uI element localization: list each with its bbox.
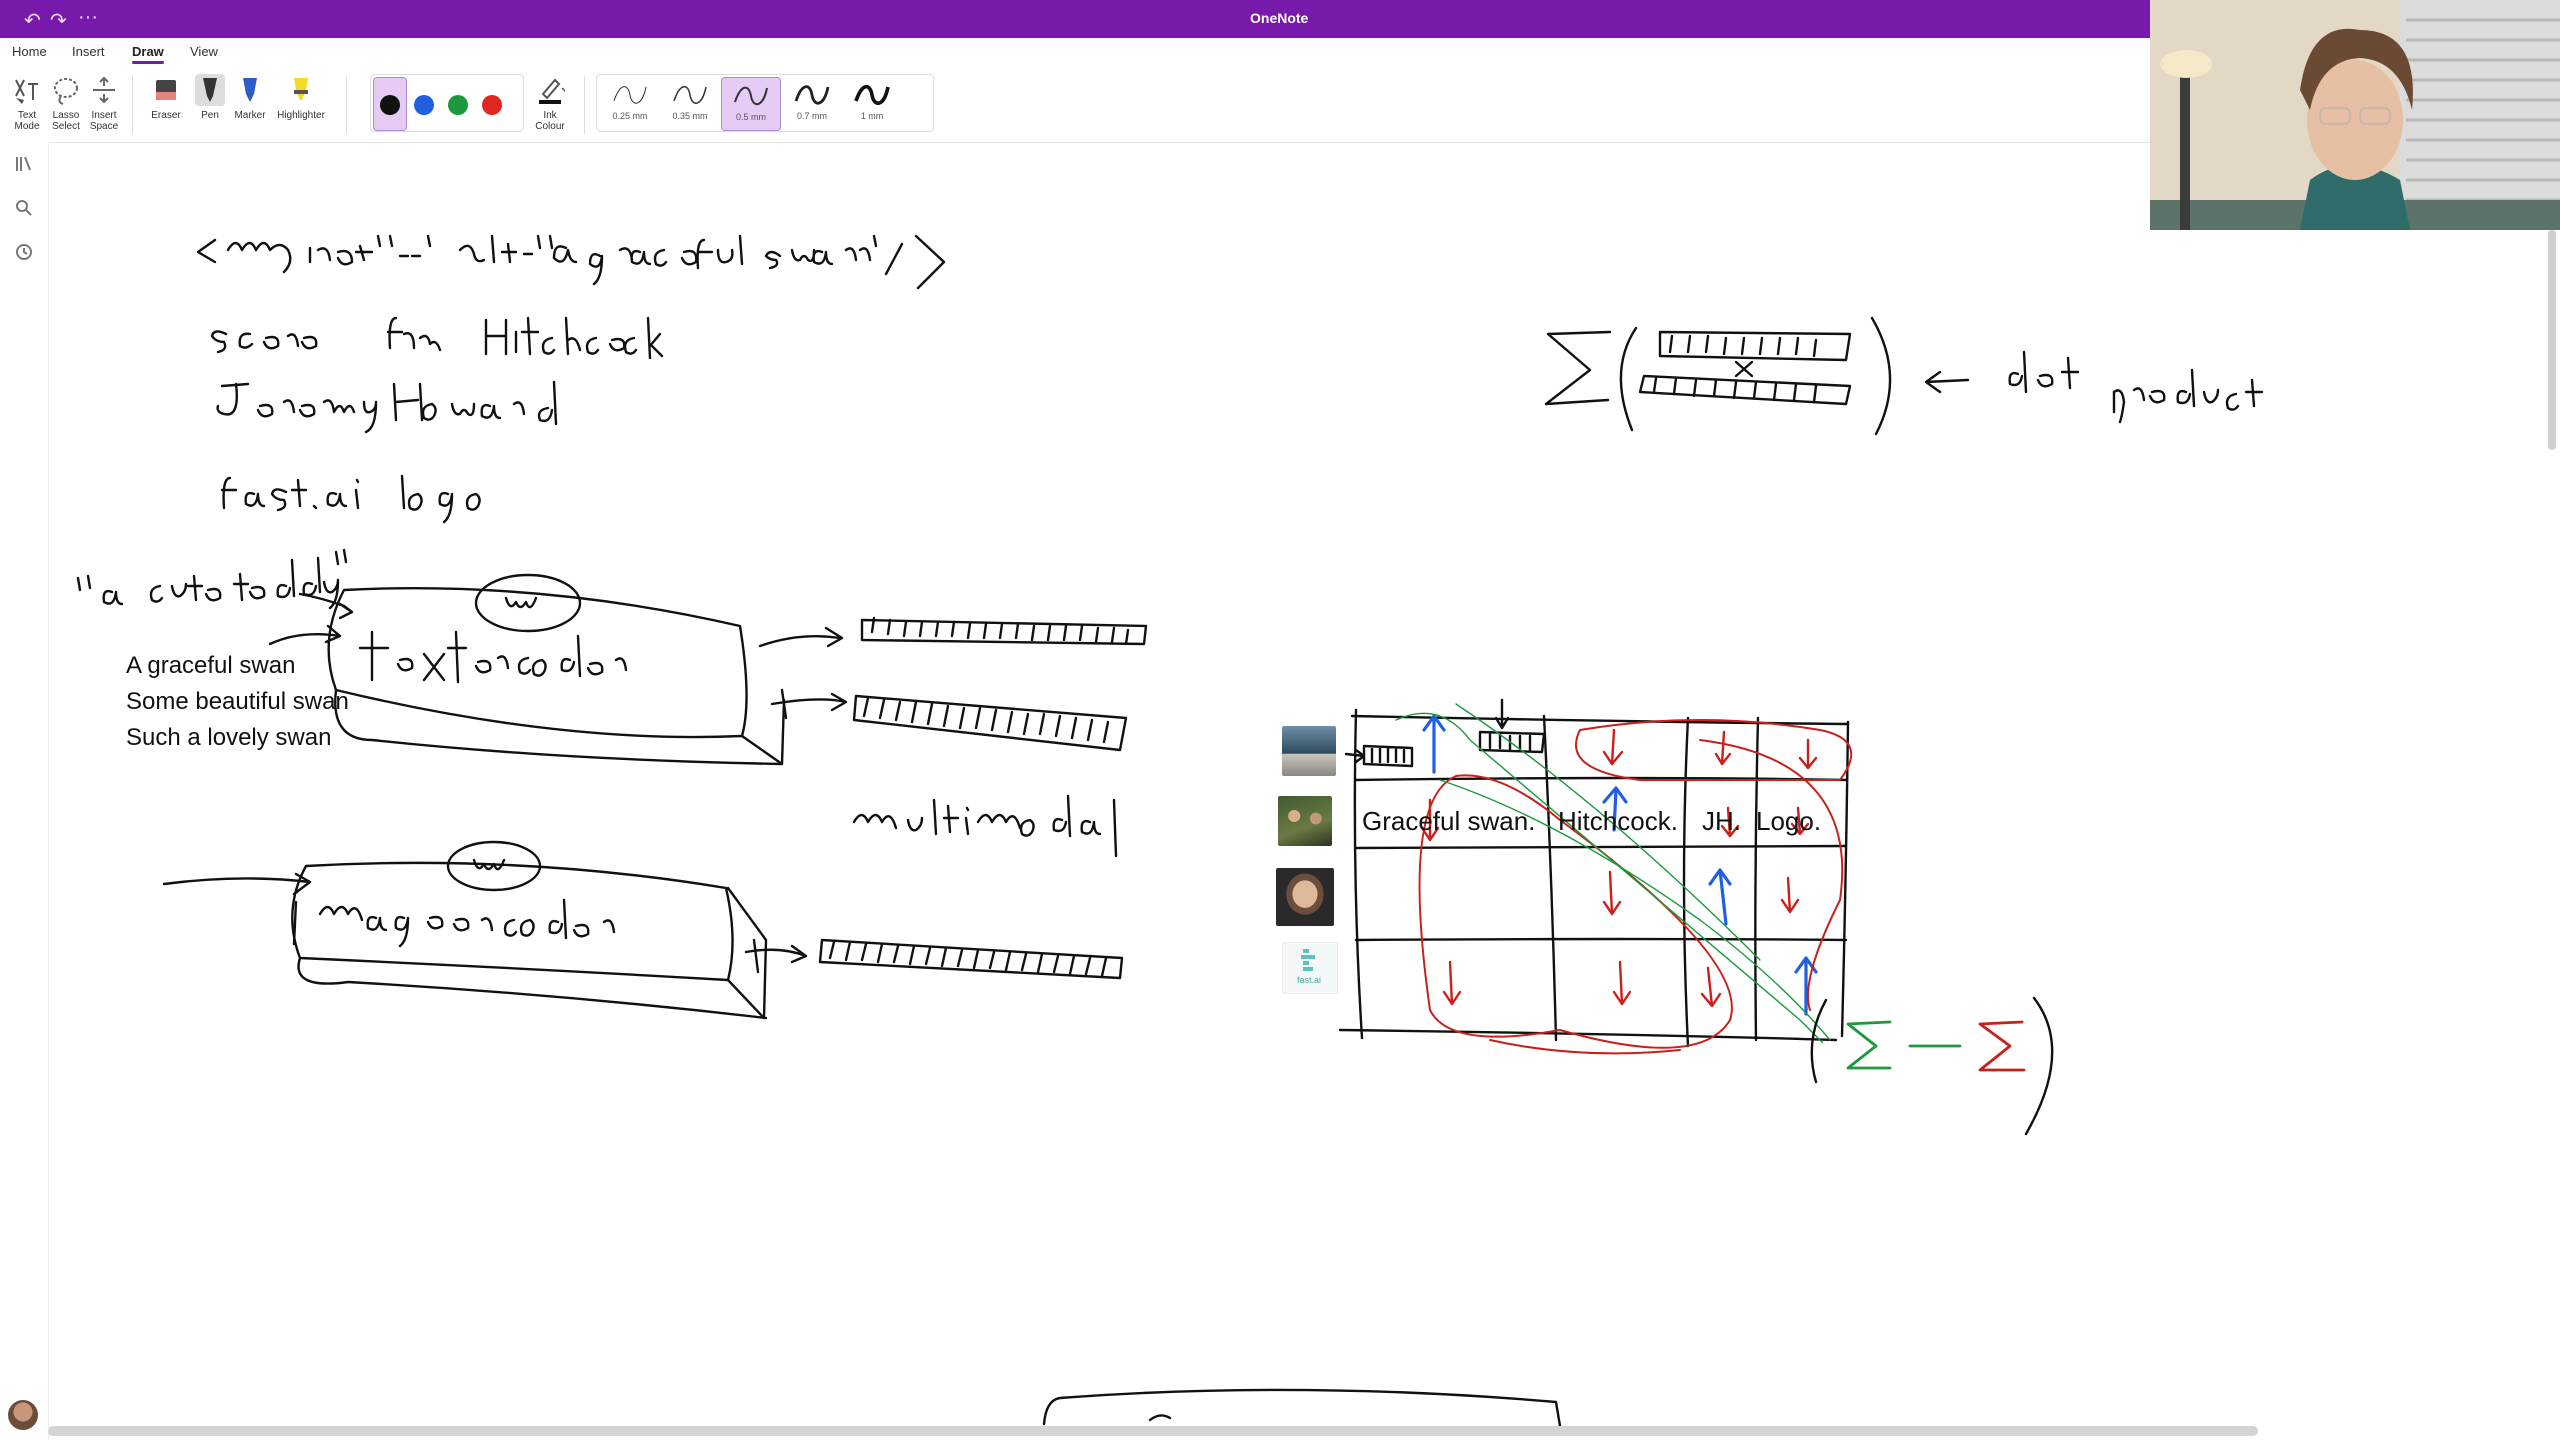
- matrix-header-jh: JH.: [1702, 806, 1741, 836]
- fastai-logo-text: fast.ai: [1297, 975, 1322, 985]
- ink-dot-product: [1544, 316, 2264, 436]
- vertical-scrollbar[interactable]: [2548, 230, 2556, 450]
- caption-line: A graceful swan: [126, 652, 296, 679]
- matrix-header-graceful-swan: Graceful swan.: [1362, 806, 1536, 836]
- ink-jeremy-howard: [216, 380, 558, 434]
- ink-fastai-logo: [220, 474, 481, 524]
- ink-text-embedding-bars: [852, 616, 1148, 752]
- ink-contrastive-loss: [1810, 996, 2054, 1136]
- ink-a-cute-teddy: [76, 548, 354, 646]
- caption-list: A graceful swan Some beautiful swan Such…: [126, 648, 349, 756]
- ink-multimodal: [852, 794, 1118, 858]
- ink-red-column-loop: [1418, 719, 1853, 1055]
- ink-scene-from-hitchcock: [210, 316, 664, 360]
- ink-image-embedding-bar: [818, 938, 1124, 980]
- ink-similarity-matrix-grid: [1338, 698, 1850, 1048]
- ink-img-tag-line: [196, 234, 946, 290]
- thumbnail-jeremy-howard-photo: [1276, 868, 1334, 926]
- thumbnail-hitchcock-scene: [1278, 796, 1332, 846]
- thumbnail-swan-image: [1282, 726, 1336, 776]
- fastai-logo-icon: [1301, 949, 1315, 971]
- matrix-header-hitchcock: Hitchcock.: [1558, 806, 1678, 836]
- caption-line: Some beautiful swan: [126, 688, 349, 715]
- ink-bottom-box: [1042, 1388, 1562, 1428]
- webcam-video-overlay: [2150, 0, 2560, 230]
- matrix-header-logo: Logo.: [1756, 806, 1822, 836]
- thumbnail-fastai-logo: fast.ai: [1282, 942, 1338, 994]
- ink-image-encoder-box: [162, 840, 808, 1020]
- presenter-video-feed: [2150, 0, 2560, 230]
- horizontal-scrollbar[interactable]: [48, 1426, 2258, 1436]
- caption-line: Such a lovely swan: [126, 724, 332, 751]
- ink-text-encoder-box: [327, 573, 848, 766]
- page-canvas[interactable]: A graceful swan Some beautiful swan Such…: [48, 142, 2548, 1428]
